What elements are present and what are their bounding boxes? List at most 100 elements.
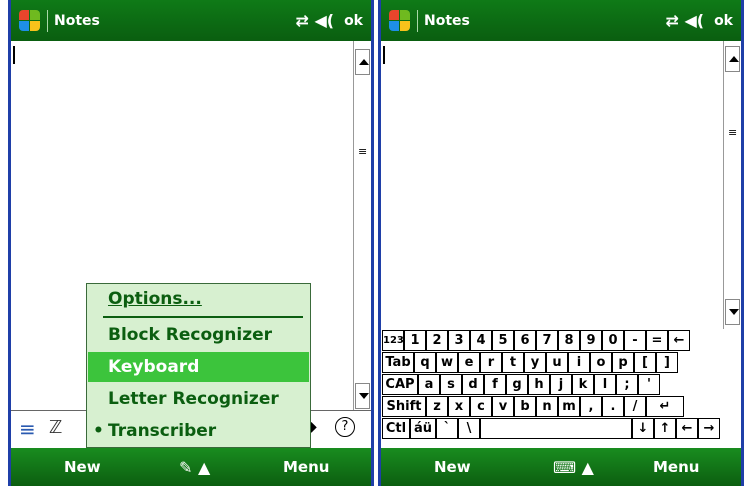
ok-button[interactable]: ok bbox=[714, 13, 733, 29]
menu-softkey[interactable]: Menu bbox=[283, 458, 329, 476]
key-y[interactable]: y bbox=[524, 352, 546, 373]
key-q[interactable]: q bbox=[414, 352, 436, 373]
key-semicolon[interactable]: ; bbox=[616, 374, 638, 395]
menu-item-options[interactable]: Options... bbox=[88, 284, 309, 314]
softkey-bar: New ✎ ▲ Menu bbox=[11, 448, 371, 486]
title-bar: Notes ⇄ ◀( ok bbox=[381, 0, 741, 41]
menu-item-keyboard[interactable]: Keyboard bbox=[88, 352, 309, 382]
key-9[interactable]: 9 bbox=[580, 330, 602, 351]
input-method-menu: Options... Block Recognizer Keyboard Let… bbox=[86, 283, 311, 448]
help-icon[interactable]: ? bbox=[335, 417, 355, 437]
right-device-screen: Notes ⇄ ◀( ok ≡ 123 1 2 3 4 5 6 7 8 9 0 … bbox=[378, 0, 744, 486]
key-i[interactable]: i bbox=[568, 352, 590, 373]
key-shift[interactable]: Shift bbox=[382, 396, 426, 417]
key-t[interactable]: t bbox=[502, 352, 524, 373]
key-d[interactable]: d bbox=[462, 374, 484, 395]
text-caret bbox=[13, 46, 15, 64]
vertical-scrollbar[interactable]: ≡ bbox=[353, 41, 371, 410]
key-u[interactable]: u bbox=[546, 352, 568, 373]
key-r[interactable]: r bbox=[480, 352, 502, 373]
recognizer-icon[interactable]: ℤ bbox=[49, 417, 62, 438]
softkey-bar: New ⌨ ▲ Menu bbox=[381, 448, 741, 486]
scroll-down-button[interactable] bbox=[355, 383, 370, 409]
key-n[interactable]: n bbox=[536, 396, 558, 417]
scroll-thumb-grip-icon[interactable]: ≡ bbox=[728, 127, 737, 138]
left-device-screen: Notes ⇄ ◀( ok ≡ ≡ ℤ ◆ ? Options... Block… bbox=[8, 0, 374, 486]
key-quote[interactable]: ' bbox=[638, 374, 660, 395]
key-tab[interactable]: Tab bbox=[382, 352, 414, 373]
windows-start-icon[interactable] bbox=[19, 9, 41, 32]
key-c[interactable]: c bbox=[470, 396, 492, 417]
new-softkey[interactable]: New bbox=[64, 458, 101, 476]
app-title: Notes bbox=[54, 12, 100, 29]
key-j[interactable]: j bbox=[550, 374, 572, 395]
title-bar: Notes ⇄ ◀( ok bbox=[11, 0, 371, 41]
vertical-scrollbar[interactable]: ≡ bbox=[723, 41, 741, 329]
key-backspace[interactable]: ← bbox=[668, 330, 690, 351]
key-e[interactable]: e bbox=[458, 352, 480, 373]
key-p[interactable]: p bbox=[612, 352, 634, 373]
new-softkey[interactable]: New bbox=[434, 458, 471, 476]
key-k[interactable]: k bbox=[572, 374, 594, 395]
key-b[interactable]: b bbox=[514, 396, 536, 417]
windows-start-icon[interactable] bbox=[389, 9, 411, 32]
key-enter[interactable]: ↵ bbox=[646, 396, 684, 417]
connectivity-volume-icons[interactable]: ⇄ ◀( bbox=[295, 11, 334, 30]
key-s[interactable]: s bbox=[440, 374, 462, 395]
scroll-down-button[interactable] bbox=[725, 299, 740, 325]
ok-button[interactable]: ok bbox=[344, 13, 363, 29]
key-h[interactable]: h bbox=[528, 374, 550, 395]
key-left-bracket[interactable]: [ bbox=[634, 352, 656, 373]
key-z[interactable]: z bbox=[426, 396, 448, 417]
connectivity-volume-icons[interactable]: ⇄ ◀( bbox=[665, 11, 704, 30]
list-icon[interactable]: ≡ bbox=[19, 417, 36, 441]
key-f[interactable]: f bbox=[484, 374, 506, 395]
key-accents[interactable]: áü bbox=[410, 418, 436, 439]
key-w[interactable]: w bbox=[436, 352, 458, 373]
key-l[interactable]: l bbox=[594, 374, 616, 395]
key-7[interactable]: 7 bbox=[536, 330, 558, 351]
key-slash[interactable]: / bbox=[624, 396, 646, 417]
menu-item-block-recognizer[interactable]: Block Recognizer bbox=[88, 320, 309, 350]
key-right-arrow[interactable]: → bbox=[698, 418, 720, 439]
key-a[interactable]: a bbox=[418, 374, 440, 395]
key-comma[interactable]: , bbox=[580, 396, 602, 417]
keyboard-input-icon[interactable]: ⌨ ▲ bbox=[553, 458, 594, 477]
key-up-arrow[interactable]: ↑ bbox=[654, 418, 676, 439]
key-8[interactable]: 8 bbox=[558, 330, 580, 351]
key-caps[interactable]: CAP bbox=[382, 374, 418, 395]
scroll-thumb-grip-icon[interactable]: ≡ bbox=[358, 146, 367, 157]
key-right-bracket[interactable]: ] bbox=[656, 352, 678, 373]
menu-separator bbox=[103, 316, 303, 318]
key-space[interactable] bbox=[480, 418, 632, 439]
text-caret bbox=[383, 46, 385, 64]
menu-item-transcriber[interactable]: • Transcriber bbox=[88, 416, 309, 446]
key-left-arrow[interactable]: ← bbox=[676, 418, 698, 439]
key-minus[interactable]: - bbox=[624, 330, 646, 351]
key-3[interactable]: 3 bbox=[448, 330, 470, 351]
menu-item-letter-recognizer[interactable]: Letter Recognizer bbox=[88, 384, 309, 414]
key-x[interactable]: x bbox=[448, 396, 470, 417]
key-down-arrow[interactable]: ↓ bbox=[632, 418, 654, 439]
key-backtick[interactable]: ` bbox=[436, 418, 458, 439]
key-123[interactable]: 123 bbox=[382, 330, 404, 351]
key-backslash[interactable]: \ bbox=[458, 418, 480, 439]
key-v[interactable]: v bbox=[492, 396, 514, 417]
menu-softkey[interactable]: Menu bbox=[653, 458, 699, 476]
key-equals[interactable]: = bbox=[646, 330, 668, 351]
key-2[interactable]: 2 bbox=[426, 330, 448, 351]
key-0[interactable]: 0 bbox=[602, 330, 624, 351]
key-ctrl[interactable]: Ctl bbox=[382, 418, 410, 439]
key-period[interactable]: . bbox=[602, 396, 624, 417]
key-g[interactable]: g bbox=[506, 374, 528, 395]
key-1[interactable]: 1 bbox=[404, 330, 426, 351]
key-4[interactable]: 4 bbox=[470, 330, 492, 351]
note-text-area[interactable] bbox=[381, 41, 723, 329]
key-o[interactable]: o bbox=[590, 352, 612, 373]
input-panel-pen-icon[interactable]: ✎ ▲ bbox=[179, 458, 210, 477]
scroll-up-button[interactable] bbox=[725, 46, 740, 72]
key-5[interactable]: 5 bbox=[492, 330, 514, 351]
scroll-up-button[interactable] bbox=[355, 49, 370, 75]
key-m[interactable]: m bbox=[558, 396, 580, 417]
key-6[interactable]: 6 bbox=[514, 330, 536, 351]
